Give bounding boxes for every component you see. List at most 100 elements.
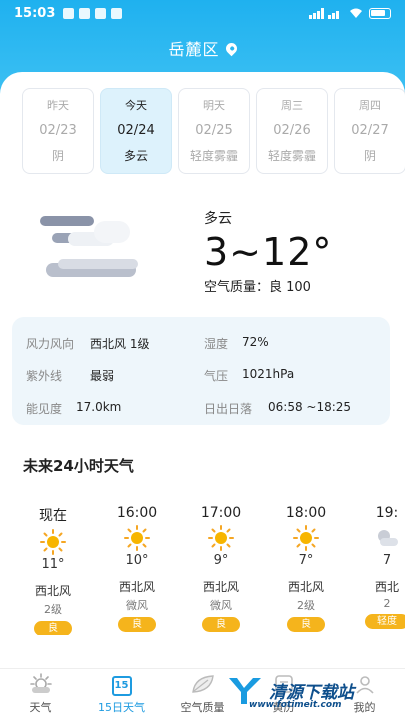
day-name: 周四 (359, 99, 381, 112)
sunrise-sunset-label: 日出日落 (204, 402, 253, 416)
hour-temperature: 9° (213, 553, 229, 568)
day-date: 02/23 (39, 123, 77, 138)
uv-value: 最弱 (90, 369, 115, 383)
calendar-icon: 15 (111, 676, 132, 696)
pressure-value: 1021hPa (242, 367, 295, 381)
sun-icon (124, 525, 150, 551)
wind-value: 西北风 1级 (90, 337, 150, 351)
aqi-badge: 良 (287, 617, 325, 632)
aqi-badge: 良 (118, 617, 156, 632)
hour-wind-direction: 西北风 (287, 580, 324, 594)
hourly-forecast-title: 未来24小时天气 (23, 457, 134, 475)
hour-wind-direction: 西北 (374, 580, 399, 594)
humidity-value: 72% (242, 335, 269, 349)
day-card[interactable]: 周四 02/27 阴 (334, 88, 405, 174)
day-weather: 轻度雾霾 (189, 149, 238, 163)
hour-wind-direction: 西北风 (118, 580, 155, 594)
day-name: 昨天 (47, 99, 69, 112)
hour-wind-direction: 西北风 (34, 584, 71, 598)
details-row: 紫外线 最弱 气压 1021hPa (26, 367, 376, 387)
day-card[interactable]: 明天 02/25 轻度雾霾 (178, 88, 250, 174)
notification-icon (95, 7, 107, 19)
wifi-icon (350, 8, 362, 18)
notification-icon (111, 7, 123, 19)
hour-wind-level: 微风 (126, 599, 148, 612)
day-weather: 多云 (123, 149, 148, 163)
hourly-item[interactable]: 现在 11° 西北风 2级良 (23, 505, 83, 635)
visibility-label: 能见度 (26, 402, 63, 416)
day-date: 02/25 (195, 123, 233, 138)
hour-time: 19: (375, 505, 399, 521)
notification-icon (63, 7, 75, 19)
visibility-value: 17.0km (76, 400, 122, 414)
cloud-night-icon (374, 525, 400, 551)
hour-time: 18:00 (285, 505, 327, 521)
sun-icon (208, 525, 234, 551)
hourly-item[interactable]: 18:00 7° 西北风 2级良 (276, 505, 336, 632)
tab-weather[interactable]: 天气 (0, 669, 81, 720)
temperature-range: 3~12° (204, 230, 333, 274)
tab-label: 15日天气 (98, 701, 145, 714)
hourly-item[interactable]: 19: 7 西北 2 轻度 (357, 505, 405, 629)
location-header[interactable]: 岳麓区 (0, 36, 405, 60)
day-card[interactable]: 昨天 02/23 阴 (22, 88, 94, 174)
weather-details-card: 风力风向 西北风 1级 湿度 72% 紫外线 最弱 气压 1021hPa 能见度… (12, 317, 390, 425)
aqi-badge: 轻度 (365, 614, 405, 629)
notification-icons (63, 7, 123, 19)
location-pin-icon (223, 40, 239, 57)
watermark: 清源下载站 www.fotimeit.com (227, 672, 377, 718)
hour-time: 17:00 (200, 505, 242, 521)
day-selector: 昨天 02/23 阴今天 02/24 多云 明天 02/25 轻度雾霾 周三 02/26 轻度雾霾周… (22, 88, 405, 174)
day-date: 02/24 (117, 123, 155, 138)
cloudy-icon (40, 216, 138, 277)
day-card[interactable]: 周三 02/26 轻度雾霾 (256, 88, 328, 174)
sun-icon (40, 529, 66, 555)
hour-temperature: 7° (298, 553, 314, 568)
sun-icon (293, 525, 319, 551)
hour-wind-level: 2级 (297, 599, 315, 612)
day-date: 02/26 (273, 123, 311, 138)
day-name: 今天 (125, 99, 147, 112)
wind-label: 风力风向 (26, 337, 75, 351)
day-weather: 阴 (363, 149, 376, 163)
details-row: 风力风向 西北风 1级 湿度 72% (26, 335, 376, 355)
day-weather: 轻度雾霾 (267, 149, 316, 163)
hourly-item[interactable]: 16:00 10° 西北风微风良 (107, 505, 167, 632)
hour-wind-direction: 西北风 (202, 580, 239, 594)
watermark-url: www.fotimeit.com (249, 700, 342, 710)
hourly-forecast-list[interactable]: 现在 11° 西北风 2级良 16:00 10° 西北风 微风良 17:00 9° 西北风 微风良 18… (0, 505, 405, 635)
aqi-badge: 良 (34, 621, 72, 635)
tab-calendar[interactable]: 15 15日天气 (81, 669, 162, 720)
leaf-icon (190, 673, 216, 699)
signal-icon (309, 7, 339, 19)
notification-icon (79, 7, 91, 19)
system-icons (309, 7, 391, 19)
day-date: 02/27 (351, 123, 389, 138)
aqi-badge: 良 (202, 617, 240, 632)
day-name: 明天 (203, 99, 225, 112)
hour-time: 16:00 (116, 505, 158, 521)
location-name[interactable]: 岳麓区 (168, 40, 219, 59)
tab-label: 天气 (29, 701, 52, 714)
hour-wind-level: 微风 (210, 599, 232, 612)
weather-icon (29, 672, 53, 700)
hour-temperature: 10° (125, 553, 149, 568)
pressure-label: 气压 (204, 369, 229, 383)
hour-temperature: 11° (41, 557, 65, 572)
hour-temperature: 7 (382, 553, 392, 568)
day-weather: 阴 (51, 149, 64, 163)
status-time: 15:03 (14, 5, 56, 21)
hour-wind-level: 2级 (44, 603, 62, 616)
current-condition: 多云 (204, 211, 232, 227)
hour-time: 现在 (39, 508, 67, 524)
hour-wind-level: 2 (383, 597, 391, 610)
battery-icon (369, 7, 391, 19)
uv-label: 紫外线 (26, 369, 63, 383)
day-card[interactable]: 今天 02/24 多云 (100, 88, 172, 174)
air-quality-summary[interactable]: 空气质量：良 100 (204, 276, 311, 295)
day-name: 周三 (281, 99, 303, 112)
details-row: 能见度 17.0km 日出日落 06:58 ~18:25 (26, 400, 376, 420)
humidity-label: 湿度 (204, 337, 229, 351)
status-bar: 15:03 (0, 0, 405, 26)
hourly-item[interactable]: 17:00 9° 西北风微风良 (191, 505, 251, 632)
